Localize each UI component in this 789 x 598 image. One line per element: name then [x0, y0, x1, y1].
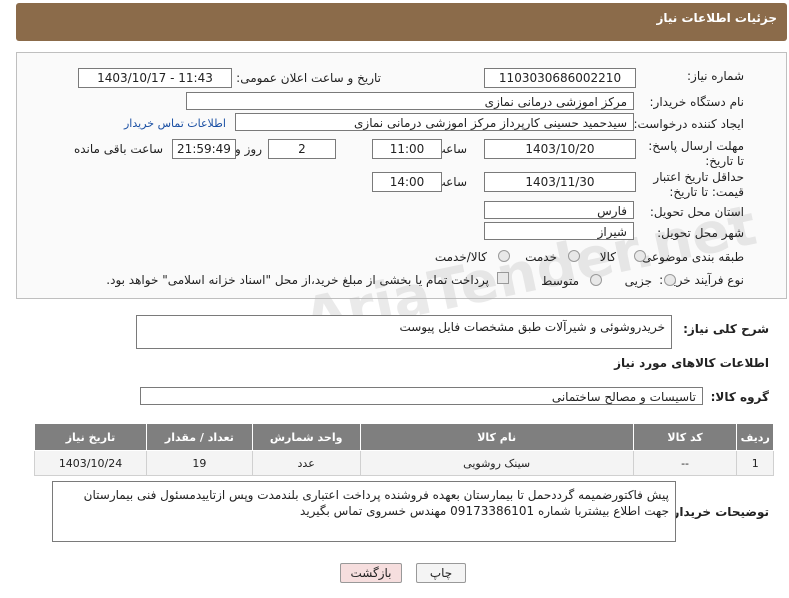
col-code: کد کالا: [632, 423, 738, 451]
remaining-time-label: ساعت باقی مانده: [73, 142, 163, 156]
creator-label: ایجاد کننده درخواست:: [633, 117, 744, 131]
back-button[interactable]: بازگشت: [340, 563, 402, 583]
buyer-notes-text: پیش فاکتورضمیمه گرددحمل تا بیمارستان بعه…: [83, 488, 669, 518]
deadline-time-field: 11:00: [372, 139, 442, 159]
table-header-row: ردیف کد کالا نام کالا واحد شمارش تعداد /…: [33, 423, 774, 451]
category-label: طبقه بندی موضوعی:: [637, 250, 744, 264]
province-field: فارس: [484, 201, 634, 219]
validity-date-field: 1403/11/30: [484, 172, 636, 192]
summary-text: خریدروشوئی و شیرآلات طبق مشخصات فایل پیو…: [399, 320, 665, 334]
goods-info-title: اطلاعات کالاهای مورد نیاز: [614, 356, 769, 370]
col-qty: تعداد / مقدار: [146, 423, 253, 451]
radio-goods[interactable]: [634, 250, 646, 262]
summary-label: شرح کلی نیاز:: [683, 322, 769, 336]
radio-goods-label: کالا: [599, 250, 616, 264]
buyer-org-label: نام دستگاه خریدار:: [649, 95, 745, 109]
goods-group-field: تاسیسات و مصالح ساختمانی: [140, 387, 703, 405]
announce-date-label: تاریخ و ساعت اعلان عمومی:: [236, 71, 381, 85]
buyer-contact-link[interactable]: اطلاعات تماس خریدار: [124, 117, 226, 130]
validity-time-field: 14:00: [372, 172, 442, 192]
radio-medium-label: متوسط: [541, 274, 579, 288]
col-date: تاریخ نیاز: [33, 423, 148, 451]
radio-goods-service-label: کالا/خدمت: [434, 250, 487, 264]
need-number-field: 1103030686002210: [484, 68, 636, 88]
page-title: جزئیات اطلاعات نیاز: [656, 11, 777, 25]
need-number-label: شماره نیاز:: [687, 69, 744, 83]
remaining-time-field: 21:59:49: [172, 139, 236, 159]
radio-partial-label: جزیی: [624, 274, 652, 288]
validity-label: حداقل تاریخ اعتبار قیمت: تا تاریخ:: [653, 170, 744, 199]
radio-goods-service[interactable]: [498, 250, 510, 262]
province-label: استان محل تحویل:: [649, 205, 744, 219]
cell-code: --: [632, 450, 738, 476]
radio-service-label: خدمت: [525, 250, 557, 264]
cell-date: 1403/10/24: [33, 450, 148, 476]
days-label: روز و: [235, 142, 262, 156]
treasury-checkbox[interactable]: [497, 272, 509, 284]
col-unit: واحد شمارش: [251, 423, 361, 451]
cell-row: 1: [736, 450, 774, 476]
print-button[interactable]: چاپ: [416, 563, 466, 583]
buyer-notes-label: توضیحات خریدار:: [667, 505, 769, 519]
cell-name: سینک روشویی: [359, 450, 634, 476]
col-name: نام کالا: [359, 423, 634, 451]
buyer-notes-textarea: پیش فاکتورضمیمه گرددحمل تا بیمارستان بعه…: [52, 481, 676, 542]
table-row: 1 -- سینک روشویی عدد 19 1403/10/24: [33, 450, 774, 476]
buyer-org-field: مرکز اموزشی درمانی نمازی: [186, 92, 634, 110]
goods-group-label: گروه کالا:: [710, 390, 769, 404]
col-row: ردیف: [736, 423, 774, 451]
items-table-wrapper: ردیف کد کالا نام کالا واحد شمارش تعداد /…: [33, 423, 774, 476]
creator-field: سیدحمید حسینی کارپرداز مرکز اموزشی درمان…: [235, 113, 634, 131]
radio-service[interactable]: [568, 250, 580, 262]
days-remaining-field: 2: [268, 139, 336, 159]
city-label: شهر محل تحویل:: [657, 226, 744, 240]
announce-date-field: 1403/10/17 - 11:43: [78, 68, 232, 88]
items-table: ردیف کد کالا نام کالا واحد شمارش تعداد /…: [33, 423, 774, 476]
deadline-date-field: 1403/10/20: [484, 139, 636, 159]
deadline-label: مهلت ارسال پاسخ: تا تاریخ:: [648, 139, 744, 168]
summary-textarea: خریدروشوئی و شیرآلات طبق مشخصات فایل پیو…: [136, 315, 672, 349]
treasury-note: پرداخت تمام یا بخشی از مبلغ خرید،از محل …: [106, 273, 489, 287]
radio-medium[interactable]: [590, 274, 602, 286]
cell-qty: 19: [146, 450, 253, 476]
radio-partial[interactable]: [664, 274, 676, 286]
city-field: شیراز: [484, 222, 634, 240]
cell-unit: عدد: [251, 450, 361, 476]
